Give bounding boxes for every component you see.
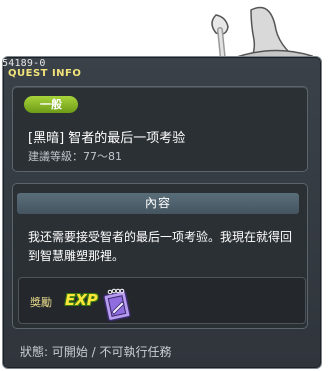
quest-name: [黑暗] 智者的最后一项考验 bbox=[28, 131, 186, 146]
reward-label: 獎勵 bbox=[30, 296, 52, 309]
exp-reward-icon[interactable]: EXP bbox=[65, 291, 98, 309]
quest-category-badge: 一般 bbox=[24, 96, 78, 113]
content-header: 內容 bbox=[17, 193, 299, 214]
quest-description: 我还需要接受智者的最后一项考验。我現在就得回到智慧雕塑那裡。 bbox=[28, 230, 293, 263]
window-title: QUEST INFO bbox=[8, 68, 82, 79]
spellbook-icon[interactable] bbox=[100, 288, 134, 322]
reward-box bbox=[18, 277, 306, 324]
recommended-level: 建議等級：77〜81 bbox=[28, 150, 122, 163]
quest-status: 狀態: 可開始 / 不可執行任務 bbox=[20, 345, 172, 359]
